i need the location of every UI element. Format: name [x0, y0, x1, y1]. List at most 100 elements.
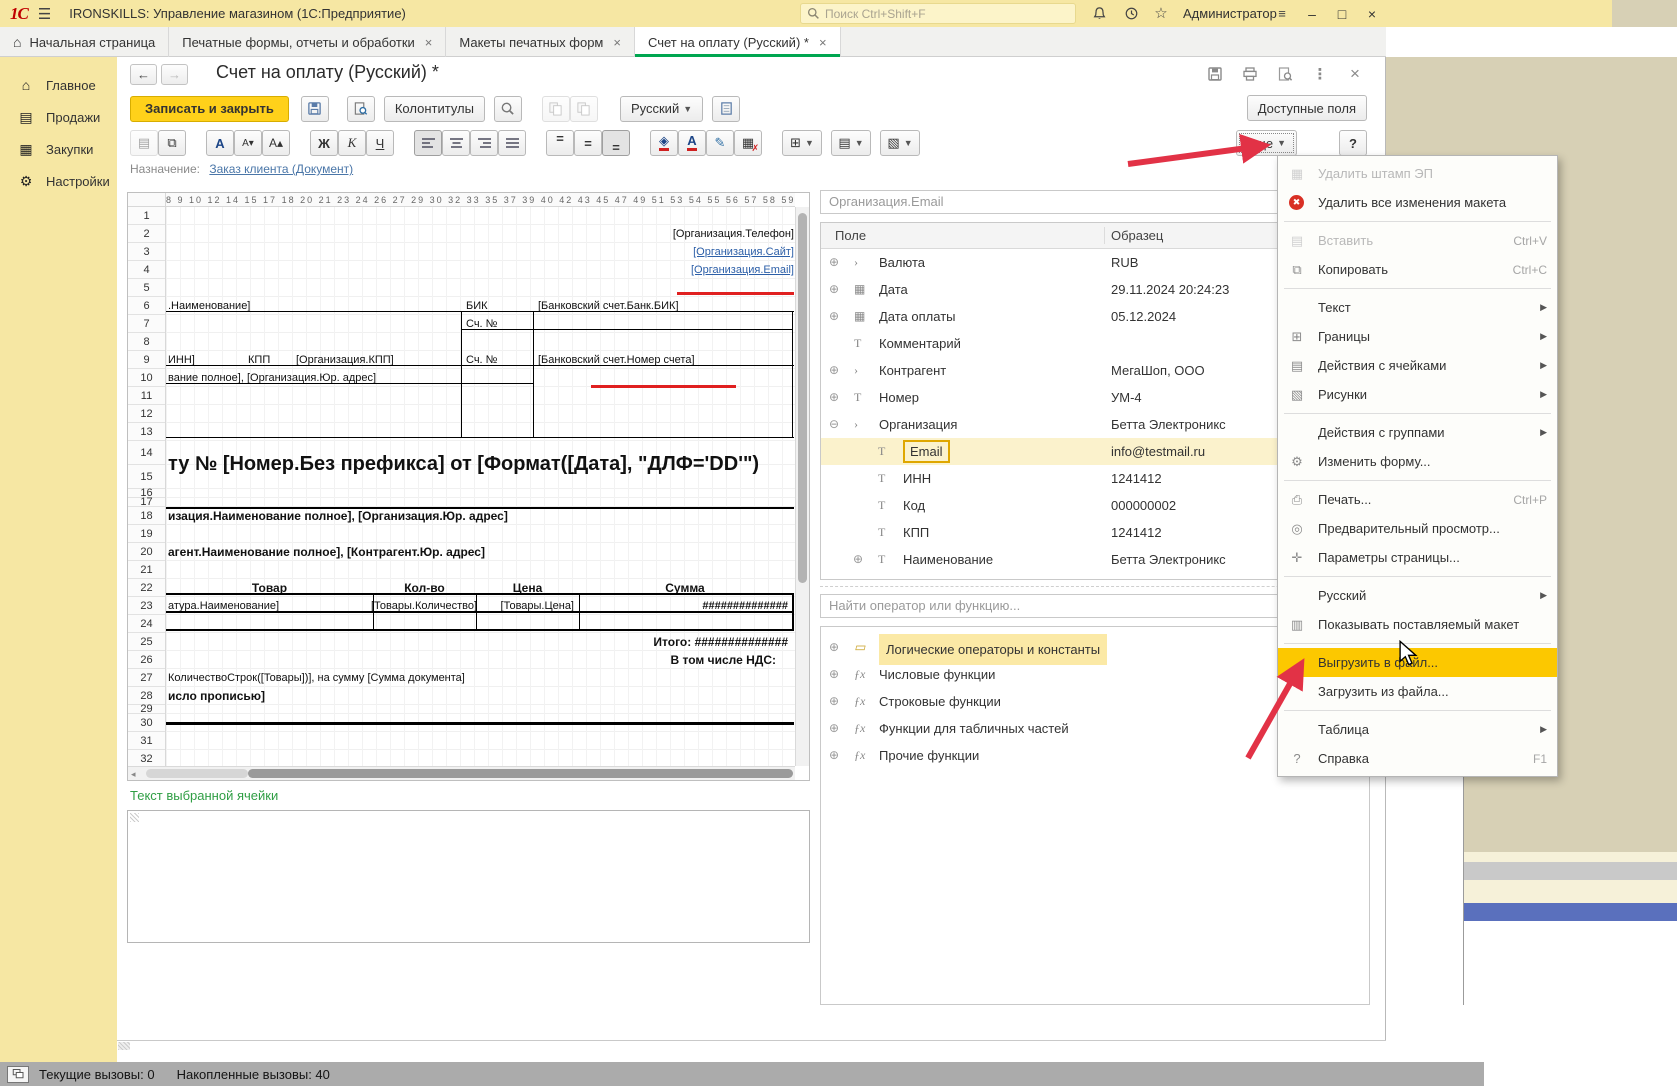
menu-item[interactable]: Действия с группами ▶	[1278, 418, 1557, 447]
language-dropdown[interactable]: Русский▼	[620, 96, 703, 122]
sheet-cell[interactable]: Кол-во	[373, 579, 476, 597]
sidebar-item[interactable]: ▦ Закупки	[0, 133, 117, 165]
user-name[interactable]: Администратор	[1183, 6, 1277, 21]
save-button[interactable]	[301, 96, 329, 122]
menu-item[interactable]: ✖ Удалить все изменения макета	[1278, 188, 1557, 217]
copy-rows-button-2[interactable]	[570, 96, 598, 122]
save-icon[interactable]	[1206, 66, 1224, 82]
sheet-row-header[interactable]: 18	[128, 507, 166, 525]
sheet-row-header[interactable]: 7	[128, 315, 166, 333]
menu-item[interactable]: Выгрузить в файл...	[1278, 648, 1557, 677]
calls-monitor-icon[interactable]	[7, 1066, 29, 1083]
more-button[interactable]: Еще▼	[1236, 130, 1297, 156]
sidebar-item[interactable]: ⚙ Настройки	[0, 165, 117, 197]
bold-button[interactable]: Ж	[310, 130, 338, 156]
menu-item[interactable]: ⎙ Печать... Ctrl+P	[1278, 485, 1557, 514]
scroll-left-icon[interactable]: ◂	[131, 767, 136, 781]
sheet-cell[interactable]: [Организация.Email]	[466, 261, 794, 279]
help-button[interactable]: ?	[1339, 130, 1367, 156]
sheet-cell[interactable]: [Организация.Сайт]	[466, 243, 794, 261]
menu-item[interactable]: ⧉ Копировать Ctrl+C	[1278, 255, 1557, 284]
expand-icon[interactable]: ⊕	[829, 384, 839, 411]
minimize-button[interactable]: –	[1298, 0, 1326, 27]
sheet-cell[interactable]: [Организация.КПП]	[296, 351, 456, 369]
sheet-column-headers[interactable]: 8 9 10 12 14 15 17 18 20 21 23 24 26 27 …	[166, 193, 795, 207]
font-smaller-button[interactable]: A▾	[234, 130, 262, 156]
sheet-row-header[interactable]: 2	[128, 225, 166, 243]
sheet-row-header[interactable]: 17	[128, 498, 166, 507]
sheet-row-header[interactable]: 32	[128, 750, 166, 766]
sheet-row-header[interactable]: 31	[128, 732, 166, 750]
vertical-scrollbar[interactable]	[795, 207, 809, 766]
purpose-link[interactable]: Заказ клиента (Документ)	[209, 162, 353, 176]
tab-close-icon[interactable]: ×	[819, 35, 827, 50]
copy-rows-button[interactable]	[542, 96, 570, 122]
expand-icon[interactable]: ⊕	[829, 661, 839, 688]
sheet-row-header[interactable]: 29	[128, 705, 166, 714]
headers-footers-button[interactable]: Колонтитулы	[384, 96, 485, 122]
sheet-cell[interactable]: Сумма	[579, 579, 791, 597]
expand-icon[interactable]: ⊕	[829, 357, 839, 384]
align-left-button[interactable]	[414, 130, 442, 156]
1c-logo[interactable]: 1С	[10, 4, 28, 24]
main-menu-icon[interactable]: ☰	[38, 5, 51, 23]
horizontal-scrollbar[interactable]: ◂	[128, 766, 795, 780]
more-dots-icon[interactable]: ⋮	[1311, 66, 1329, 82]
expand-icon[interactable]: ⊕	[853, 546, 863, 573]
menu-item[interactable]: Русский ▶	[1278, 581, 1557, 610]
history-clock-icon[interactable]	[1121, 4, 1141, 22]
sheet-row-header[interactable]: 1	[128, 207, 166, 225]
menu-item[interactable]: ⚙ Изменить форму...	[1278, 447, 1557, 476]
back-button[interactable]: ←	[130, 64, 157, 85]
selected-cell-textarea[interactable]	[127, 810, 810, 943]
sheet-cell[interactable]: агент.Наименование полное], [Контрагент.…	[168, 543, 688, 561]
align-center-button[interactable]	[442, 130, 470, 156]
copy-icon[interactable]: ⧉	[158, 130, 186, 156]
tab[interactable]: Печатные формы, отчеты и обработки ×	[169, 27, 446, 57]
expand-icon[interactable]: ⊖	[829, 411, 839, 438]
menu-item[interactable]: Таблица ▶	[1278, 715, 1557, 744]
expand-icon[interactable]: ⊕	[829, 715, 839, 742]
sheet-row-header[interactable]: 22	[128, 579, 166, 597]
menu-item[interactable]: ▤ Действия с ячейками ▶	[1278, 351, 1557, 380]
sheet-cell[interactable]: .Наименование]	[168, 297, 368, 315]
align-justify-button[interactable]	[498, 130, 526, 156]
sheet-row-header[interactable]: 14	[128, 441, 166, 465]
sheet-row-header[interactable]: 12	[128, 405, 166, 423]
sheet-row-header[interactable]: 9	[128, 351, 166, 369]
sheet-row-header[interactable]: 15	[128, 465, 166, 489]
sheet-cell[interactable]: Товар	[166, 579, 373, 597]
preview-button[interactable]	[347, 96, 375, 122]
print-icon[interactable]	[1241, 66, 1259, 82]
sidebar-item[interactable]: ▤ Продажи	[0, 101, 117, 133]
valign-top-button[interactable]: =	[546, 130, 574, 156]
sheet-row-header[interactable]: 5	[128, 279, 166, 297]
menu-item[interactable]: ⊞ Границы ▶	[1278, 322, 1557, 351]
menu-item[interactable]: Текст ▶	[1278, 293, 1557, 322]
font-color-button[interactable]: A	[678, 130, 706, 156]
close-window-button[interactable]: ×	[1358, 0, 1386, 27]
menu-item[interactable]: ✛ Параметры страницы...	[1278, 543, 1557, 572]
underline-button[interactable]: Ч	[366, 130, 394, 156]
close-form-icon[interactable]: ×	[1346, 66, 1364, 82]
expand-icon[interactable]: ⊕	[829, 688, 839, 715]
tab-close-icon[interactable]: ×	[613, 35, 621, 50]
sheet-row-header[interactable]: 20	[128, 543, 166, 561]
notifications-bell-icon[interactable]	[1089, 4, 1109, 22]
scrollbar-thumb[interactable]	[248, 769, 793, 778]
sheet-row-header[interactable]: 10	[128, 369, 166, 387]
sheet-cell[interactable]: атура.Наименование]	[168, 597, 368, 615]
sheet-cell[interactable]: КПП	[248, 351, 288, 369]
sheet-cell[interactable]: ##############	[579, 597, 788, 615]
sheet-row-header[interactable]: 8	[128, 333, 166, 351]
pen-icon[interactable]: ✎	[706, 130, 734, 156]
column-divider[interactable]	[1104, 227, 1105, 244]
sheet-row-header[interactable]: 6	[128, 297, 166, 315]
cells-dropdown[interactable]: ▤▼	[831, 130, 871, 156]
sidebar-item[interactable]: ⌂ Главное	[0, 69, 117, 101]
menu-item[interactable]: ▦ Удалить штамп ЭП	[1278, 159, 1557, 188]
sheet-row-header[interactable]: 27	[128, 669, 166, 687]
sheet-cell[interactable]: [Организация.Телефон]	[466, 225, 794, 243]
sheet-cell[interactable]: Сч. №	[466, 315, 526, 333]
find-button[interactable]	[494, 96, 522, 122]
